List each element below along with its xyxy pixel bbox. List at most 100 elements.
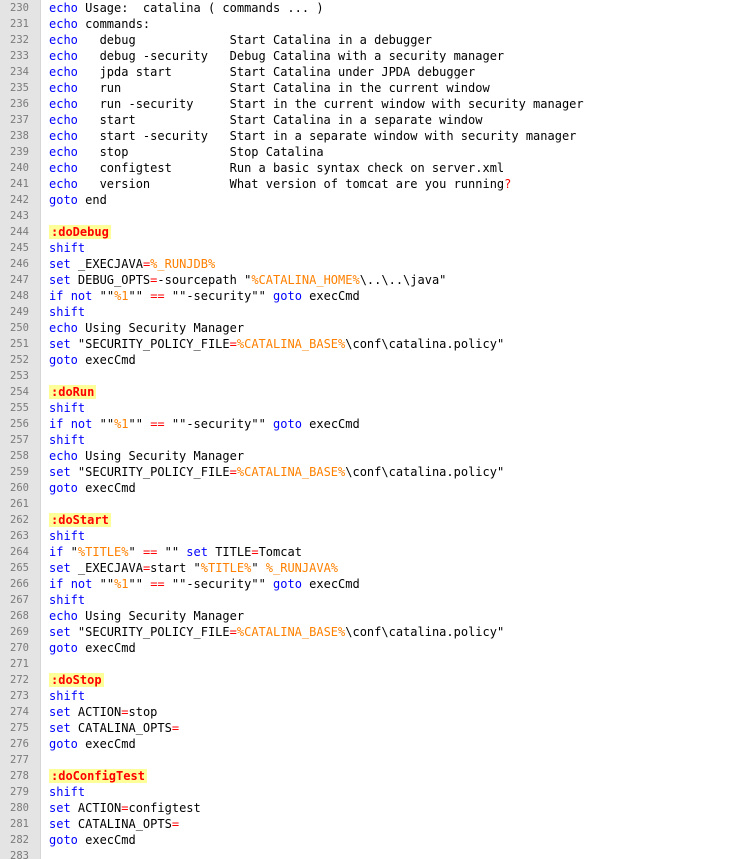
code-line[interactable]: 262:doStart xyxy=(0,512,735,528)
code-line[interactable]: 240 echo configtest Run a basic syntax ch… xyxy=(0,160,735,176)
text-token: \..\..\java" xyxy=(359,273,447,287)
code-line[interactable]: 269 set "SECURITY_POLICY_FILE=%CATALINA_B… xyxy=(0,624,735,640)
code-line[interactable]: 241 echo version What version of tomcat a… xyxy=(0,176,735,192)
code-line[interactable]: 277 xyxy=(0,752,735,768)
code-text: set "SECURITY_POLICY_FILE=%CATALINA_BASE… xyxy=(49,336,504,352)
code-line[interactable]: 266 if not ""%1"" == ""-security"" goto e… xyxy=(0,576,735,592)
keyword-token: set xyxy=(49,721,71,735)
code-text: if not ""%1"" == ""-security"" goto exec… xyxy=(49,416,360,432)
code-line[interactable]: 251 set "SECURITY_POLICY_FILE=%CATALINA_B… xyxy=(0,336,735,352)
code-text: set ACTION=stop xyxy=(49,704,157,720)
code-line[interactable]: 252 goto execCmd xyxy=(0,352,735,368)
code-line[interactable]: 275 set CATALINA_OPTS= xyxy=(0,720,735,736)
line-number: 281 xyxy=(10,818,29,830)
code-line[interactable]: 239 echo stop Stop Catalina xyxy=(0,144,735,160)
code-line[interactable]: 248 if not ""%1"" == ""-security"" goto e… xyxy=(0,288,735,304)
code-line[interactable]: 231 echo commands: xyxy=(0,16,735,32)
code-text: goto end xyxy=(49,192,107,208)
code-line[interactable]: 254:doRun xyxy=(0,384,735,400)
code-line[interactable]: 243 xyxy=(0,208,735,224)
code-text: :doConfigTest xyxy=(49,768,147,784)
text-token: end xyxy=(77,193,107,207)
code-line[interactable]: 274 set ACTION=stop xyxy=(0,704,735,720)
text-token: -sourcepath " xyxy=(157,273,252,287)
code-line[interactable]: 242 goto end xyxy=(0,192,735,208)
code-line[interactable]: 280 set ACTION=configtest xyxy=(0,800,735,816)
operator-token: = xyxy=(171,817,180,831)
operator-token: = xyxy=(171,721,180,735)
line-number: 273 xyxy=(10,690,29,702)
code-line[interactable]: 268 echo Using Security Manager xyxy=(0,608,735,624)
code-line[interactable]: 237 echo start Start Catalina in a separa… xyxy=(0,112,735,128)
code-line[interactable]: 258 echo Using Security Manager xyxy=(0,448,735,464)
code-line[interactable]: 233 echo debug -security Debug Catalina w… xyxy=(0,48,735,64)
code-line[interactable]: 264 if "%TITLE%" == "" set TITLE=Tomcat xyxy=(0,544,735,560)
code-text: set _EXECJAVA=%_RUNJDB% xyxy=(49,256,215,272)
label-token: :doDebug xyxy=(49,225,111,239)
variable-token: %_RUNJAVA% xyxy=(265,561,339,575)
code-text: set "SECURITY_POLICY_FILE=%CATALINA_BASE… xyxy=(49,464,504,480)
code-text: set "SECURITY_POLICY_FILE=%CATALINA_BASE… xyxy=(49,624,504,640)
code-text: shift xyxy=(49,432,85,448)
text-token: execCmd xyxy=(301,577,360,591)
code-line[interactable]: 283 xyxy=(0,848,735,859)
code-line[interactable]: 247 set DEBUG_OPTS=-sourcepath "%CATALINA… xyxy=(0,272,735,288)
code-line[interactable]: 256 if not ""%1"" == ""-security"" goto e… xyxy=(0,416,735,432)
code-line[interactable]: 253 xyxy=(0,368,735,384)
code-line[interactable]: 257 shift xyxy=(0,432,735,448)
text-token: "" xyxy=(92,577,115,591)
code-line[interactable]: 235 echo run Start Catalina in the curren… xyxy=(0,80,735,96)
code-line[interactable]: 255 shift xyxy=(0,400,735,416)
code-line[interactable]: 271 xyxy=(0,656,735,672)
text-token: execCmd xyxy=(77,353,136,367)
variable-token: %1 xyxy=(114,289,129,303)
code-line[interactable]: 250 echo Using Security Manager xyxy=(0,320,735,336)
code-line[interactable]: 261 xyxy=(0,496,735,512)
code-line[interactable]: 259 set "SECURITY_POLICY_FILE=%CATALINA_B… xyxy=(0,464,735,480)
code-line[interactable]: 267 shift xyxy=(0,592,735,608)
code-line[interactable]: 263 shift xyxy=(0,528,735,544)
code-line[interactable]: 281 set CATALINA_OPTS= xyxy=(0,816,735,832)
code-line[interactable]: 236 echo run -security Start in the curre… xyxy=(0,96,735,112)
code-line[interactable]: 260 goto execCmd xyxy=(0,480,735,496)
keyword-token: echo xyxy=(49,81,78,95)
line-number: 266 xyxy=(10,578,29,590)
code-line[interactable]: 249 shift xyxy=(0,304,735,320)
operator-token: = xyxy=(251,545,259,559)
code-text: goto execCmd xyxy=(49,352,136,368)
line-number: 267 xyxy=(10,594,29,606)
code-line[interactable]: 272:doStop xyxy=(0,672,735,688)
code-line[interactable]: 234 echo jpda start Start Catalina under … xyxy=(0,64,735,80)
code-line[interactable]: 276 goto execCmd xyxy=(0,736,735,752)
code-line[interactable]: 232 echo debug Start Catalina in a debugg… xyxy=(0,32,735,48)
code-line[interactable]: 270 goto execCmd xyxy=(0,640,735,656)
code-text: :doDebug xyxy=(49,224,111,240)
code-text: shift xyxy=(49,592,85,608)
code-text: if "%TITLE%" == "" set TITLE=Tomcat xyxy=(49,544,302,560)
code-line[interactable]: 282 goto execCmd xyxy=(0,832,735,848)
text-token: "SECURITY_POLICY_FILE xyxy=(70,337,230,351)
code-line[interactable]: 245 shift xyxy=(0,240,735,256)
code-line[interactable]: 246 set _EXECJAVA=%_RUNJDB% xyxy=(0,256,735,272)
text-token: configtest Run a basic syntax check on s… xyxy=(77,161,505,175)
code-line[interactable]: 279 shift xyxy=(0,784,735,800)
code-text: echo Using Security Manager xyxy=(49,608,244,624)
code-line[interactable]: 244:doDebug xyxy=(0,224,735,240)
text-token: execCmd xyxy=(301,417,360,431)
code-line[interactable]: 230 echo Usage: catalina ( commands ... ) xyxy=(0,0,735,16)
code-text: set DEBUG_OPTS=-sourcepath "%CATALINA_HO… xyxy=(49,272,446,288)
code-editor[interactable]: 230 echo Usage: catalina ( commands ... )… xyxy=(0,0,735,859)
variable-token: %_RUNJDB% xyxy=(150,257,216,271)
line-number: 231 xyxy=(10,18,29,30)
text-token: \conf\catalina.policy" xyxy=(345,625,505,639)
code-line[interactable]: 273 shift xyxy=(0,688,735,704)
code-line[interactable]: 278:doConfigTest xyxy=(0,768,735,784)
code-line[interactable]: 238 echo start -security Start in a separ… xyxy=(0,128,735,144)
code-text: echo debug Start Catalina in a debugger xyxy=(49,32,432,48)
text-token: start -security Start in a separate wind… xyxy=(77,129,577,143)
code-line[interactable]: 265 set _EXECJAVA=start "%TITLE%" %_RUNJA… xyxy=(0,560,735,576)
line-number: 245 xyxy=(10,242,29,254)
text-token: run Start Catalina in the current window xyxy=(77,81,490,95)
code-lines: 230 echo Usage: catalina ( commands ... )… xyxy=(0,0,735,859)
